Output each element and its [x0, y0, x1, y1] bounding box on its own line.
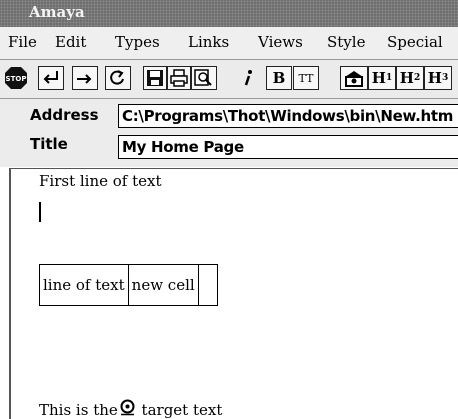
back-button[interactable]	[38, 66, 64, 90]
heading2-label: H	[399, 69, 414, 87]
target-icon	[120, 399, 135, 416]
image-icon	[345, 71, 363, 87]
reload-button[interactable]	[105, 66, 131, 90]
address-input[interactable]: C:\Programs\Thot\Windows\bin\New.htm	[118, 104, 458, 128]
stop-button[interactable]: STOP	[4, 66, 28, 90]
menu-special[interactable]: Special	[387, 33, 443, 51]
title-input[interactable]: My Home Page	[118, 135, 458, 159]
italic-button[interactable]	[236, 66, 260, 90]
heading1-button[interactable]: H1	[368, 66, 396, 90]
reload-icon	[110, 70, 124, 85]
title-label: Title	[30, 135, 68, 153]
back-icon	[43, 71, 58, 84]
save-button[interactable]	[143, 66, 167, 90]
address-label: Address	[30, 106, 99, 124]
window-title: Amaya	[29, 3, 85, 21]
title-bar: Amaya	[0, 0, 458, 27]
table-row: line of text new cell	[39, 264, 218, 306]
table-cell[interactable]: line of text	[39, 264, 129, 306]
svg-text:STOP: STOP	[6, 75, 27, 83]
menu-edit[interactable]: Edit	[55, 33, 86, 51]
fields-panel: Address C:\Programs\Thot\Windows\bin\New…	[0, 99, 458, 167]
target-line: This is the target text	[39, 399, 222, 419]
toolbar: STOP B TT H 1 H 2 H 3	[0, 60, 458, 99]
menu-types[interactable]: Types	[115, 33, 160, 51]
text-caret	[39, 202, 41, 222]
menu-views[interactable]: Views	[258, 33, 303, 51]
menu-style[interactable]: Style	[327, 33, 365, 51]
table-cell-empty[interactable]	[197, 264, 218, 306]
bold-button[interactable]: B	[266, 66, 292, 90]
menu-links[interactable]: Links	[188, 33, 229, 51]
italic-icon	[244, 70, 252, 86]
heading3-label: H	[427, 69, 442, 87]
teletype-icon: TT	[298, 71, 314, 85]
menu-bar: File Edit Types Links Views Style Specia…	[0, 27, 458, 60]
forward-icon	[77, 74, 92, 84]
heading3-button[interactable]: H3	[424, 66, 452, 90]
heading2-button[interactable]: H2	[396, 66, 424, 90]
document-table[interactable]: line of text new cell	[39, 264, 218, 306]
heading2-level: 2	[413, 73, 421, 83]
save-icon	[147, 70, 163, 86]
find-button[interactable]	[191, 66, 217, 90]
target-prefix-text: This is the	[39, 401, 118, 419]
stop-icon: STOP	[5, 67, 27, 89]
forward-button[interactable]	[72, 66, 98, 90]
print-button[interactable]	[167, 66, 191, 90]
table-cell[interactable]: new cell	[127, 264, 199, 306]
find-icon	[194, 69, 212, 86]
teletype-button[interactable]: TT	[293, 66, 319, 90]
document-area[interactable]: First line of text line of text new cell…	[9, 168, 458, 419]
bold-icon: B	[272, 69, 286, 87]
first-line-text: First line of text	[39, 172, 162, 190]
heading3-level: 3	[441, 73, 449, 83]
menu-file[interactable]: File	[8, 33, 37, 51]
heading1-level: 1	[385, 73, 393, 83]
heading1-label: H	[371, 69, 386, 87]
target-suffix-text: target text	[141, 401, 223, 419]
print-icon	[170, 69, 188, 87]
image-button[interactable]	[340, 66, 368, 90]
